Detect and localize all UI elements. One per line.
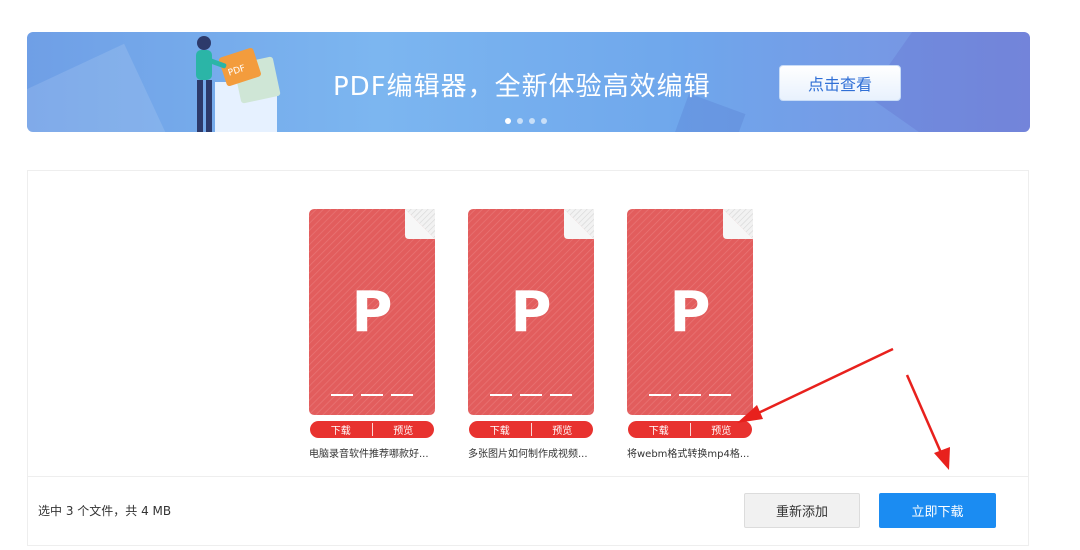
- carousel-indicator: [505, 118, 547, 124]
- download-file-button[interactable]: 下载: [628, 421, 690, 438]
- carousel-dot[interactable]: [541, 118, 547, 124]
- preview-file-button[interactable]: 预览: [373, 421, 435, 438]
- file-actions-bar: 下载 预览: [628, 421, 752, 438]
- file-card[interactable]: P 下载 预览 将webm格式转换mp4格...: [627, 209, 755, 460]
- file-name: 多张图片如何制作成视频...: [468, 449, 588, 460]
- carousel-dot[interactable]: [517, 118, 523, 124]
- selection-summary: 选中 3 个文件，共 4 MB: [38, 504, 172, 518]
- carousel-dot[interactable]: [529, 118, 535, 124]
- preview-file-button[interactable]: 预览: [691, 421, 753, 438]
- banner-illustration-icon: PDF: [196, 36, 281, 132]
- readd-files-button[interactable]: 重新添加: [744, 493, 860, 528]
- view-details-button[interactable]: 点击查看: [779, 65, 901, 101]
- file-actions-bar: 下载 预览: [469, 421, 593, 438]
- file-name: 将webm格式转换mp4格...: [627, 449, 750, 460]
- file-name: 电脑录音软件推荐哪款好...: [309, 449, 429, 460]
- ppt-file-icon: P: [627, 209, 753, 415]
- file-panel: P 下载 预览 电脑录音软件推荐哪款好... P 下载 预览 多张图片如何制作成…: [27, 170, 1029, 546]
- ppt-file-icon: P: [309, 209, 435, 415]
- file-type-letter: P: [510, 280, 551, 345]
- footer-divider: [28, 476, 1028, 477]
- file-card[interactable]: P 下载 预览 多张图片如何制作成视频...: [468, 209, 596, 460]
- download-file-button[interactable]: 下载: [469, 421, 531, 438]
- download-file-button[interactable]: 下载: [310, 421, 372, 438]
- banner-decor-shape: [27, 43, 175, 132]
- preview-file-button[interactable]: 预览: [532, 421, 594, 438]
- file-actions-bar: 下载 预览: [310, 421, 434, 438]
- file-type-letter: P: [669, 280, 710, 345]
- ppt-file-icon: P: [468, 209, 594, 415]
- promo-banner[interactable]: PDF PDF编辑器，全新体验高效编辑 点击查看: [27, 32, 1030, 132]
- file-card[interactable]: P 下载 预览 电脑录音软件推荐哪款好...: [309, 209, 437, 460]
- download-now-button[interactable]: 立即下载: [879, 493, 996, 528]
- banner-title: PDF编辑器，全新体验高效编辑: [333, 72, 711, 102]
- carousel-dot[interactable]: [505, 118, 511, 124]
- file-type-letter: P: [351, 280, 392, 345]
